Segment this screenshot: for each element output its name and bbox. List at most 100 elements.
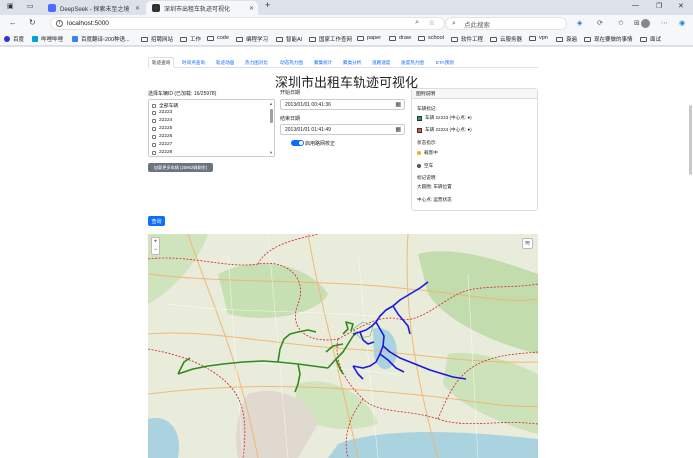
query-button[interactable]: 查询 bbox=[148, 216, 165, 226]
load-more-button[interactable]: 加载更多车辆 (25962辆剩余) bbox=[148, 163, 213, 172]
browser-tab-deepseek[interactable]: DeepSeek - 探索未至之境 ✕ bbox=[44, 1, 144, 15]
workspaces-icon[interactable]: ▣ bbox=[7, 2, 14, 10]
list-item[interactable]: 22225 bbox=[152, 126, 172, 131]
list-item[interactable]: 22224 bbox=[152, 118, 172, 123]
more-menu-icon[interactable]: ⋯ bbox=[661, 19, 668, 27]
checkbox[interactable] bbox=[152, 110, 156, 115]
map-zoom-control: + − bbox=[151, 237, 160, 255]
status-dot bbox=[417, 151, 421, 155]
list-scrollbar-thumb[interactable] bbox=[270, 109, 273, 123]
collections-icon[interactable]: ⊞ bbox=[634, 19, 640, 27]
start-datetime-input[interactable]: 2013/01/01 00:41:36 ▦ bbox=[280, 99, 405, 110]
list-item[interactable]: 22223 bbox=[152, 110, 172, 115]
tv-icon bbox=[32, 36, 38, 42]
bookmark-folder[interactable]: 编程学习 bbox=[236, 35, 268, 43]
vehicle-select-label: 选择车辆ID (已加载: 16/25978) bbox=[148, 91, 217, 97]
bookmark-baidu[interactable]: 百度 bbox=[4, 35, 24, 43]
close-tab-icon[interactable]: ✕ bbox=[135, 5, 140, 12]
site-info-icon[interactable]: i bbox=[56, 20, 63, 27]
tab-eta-prediction[interactable]: ETA预测 bbox=[433, 57, 457, 68]
bookmark-folder[interactable]: 国家工作查网 bbox=[309, 35, 352, 43]
map-canvas[interactable] bbox=[148, 234, 538, 458]
tab-road-speed[interactable]: 道路速度 bbox=[369, 57, 393, 68]
copilot-icon[interactable]: ◉ bbox=[679, 19, 685, 27]
browser-essentials-icon[interactable]: ⟳ bbox=[597, 19, 603, 27]
checkbox[interactable] bbox=[152, 126, 156, 131]
bookmark-bilibili[interactable]: 哔哩哔哩 bbox=[32, 35, 63, 43]
checkbox[interactable] bbox=[152, 134, 156, 139]
tab-trajectory-animation[interactable]: 轨迹动画 bbox=[213, 57, 237, 68]
close-tab-icon[interactable]: ✕ bbox=[249, 5, 254, 12]
checkbox[interactable] bbox=[152, 103, 156, 108]
extension-icon[interactable]: ◈ bbox=[577, 19, 582, 27]
bookmark-folder[interactable]: draw bbox=[389, 35, 411, 41]
layers-icon[interactable]: ≋ bbox=[522, 238, 533, 249]
zoom-out-button[interactable]: − bbox=[152, 246, 159, 254]
bookmark-folder[interactable]: 招聘网站 bbox=[141, 35, 173, 43]
browser-search-field[interactable]: ⌕ 点此搜索 bbox=[445, 17, 567, 30]
scroll-down-icon[interactable]: ▼ bbox=[269, 150, 273, 155]
road-correction-toggle[interactable] bbox=[291, 140, 304, 146]
favorites-icon[interactable]: ✩ bbox=[618, 19, 624, 27]
zoom-in-button[interactable]: + bbox=[152, 238, 159, 246]
bookmark-folder[interactable]: 云服务器 bbox=[490, 35, 522, 43]
checkbox[interactable] bbox=[152, 142, 156, 147]
folder-icon bbox=[180, 36, 187, 42]
browser-tab-active[interactable]: 深圳市出租车轨迹可视化 ✕ bbox=[146, 1, 258, 15]
list-item[interactable]: 全部车辆 bbox=[152, 102, 178, 109]
tab-cluster-analysis[interactable]: 聚类分析 bbox=[340, 57, 364, 68]
checkbox[interactable] bbox=[152, 118, 156, 123]
maximize-icon[interactable]: ❐ bbox=[656, 2, 662, 10]
vehicle-list[interactable]: 全部车辆 22223 22224 22225 22226 22227 22228… bbox=[148, 99, 275, 157]
bookmark-folder[interactable]: 衰遍 bbox=[556, 35, 577, 43]
bookmark-folder[interactable]: 现在要做的事情 bbox=[584, 35, 633, 43]
tab-aggregation-stats[interactable]: 聚集统计 bbox=[311, 57, 335, 68]
list-item[interactable]: 22226 bbox=[152, 134, 172, 139]
end-datetime-input[interactable]: 2013/01/01 01:41:49 ▦ bbox=[280, 124, 405, 135]
tab-trajectory-query[interactable]: 轨迹查询 bbox=[148, 57, 175, 68]
scroll-up-icon[interactable]: ▲ bbox=[269, 101, 273, 106]
refresh-icon[interactable]: ↻ bbox=[29, 18, 36, 27]
page-scrollbar[interactable] bbox=[689, 105, 692, 175]
bookmark-baidu-fanyi[interactable]: 百度翻译-200种语... bbox=[72, 35, 130, 43]
bookmark-folder[interactable]: 智能AI bbox=[276, 35, 302, 43]
map-view[interactable]: + − ≋ bbox=[148, 234, 538, 458]
folder-icon bbox=[556, 36, 563, 42]
tab-actions-icon[interactable]: ▭ bbox=[27, 2, 34, 10]
tab-time-point-query[interactable]: 时间点查询 bbox=[179, 57, 208, 68]
calendar-icon[interactable]: ▦ bbox=[395, 101, 401, 108]
tab-speed-heatmap[interactable]: 速度热力图 bbox=[398, 57, 427, 68]
tab-dynamic-heatmap[interactable]: 动态热力图 bbox=[277, 57, 306, 68]
folder-icon bbox=[640, 36, 647, 42]
browser-tab-strip: ▣ ▭ DeepSeek - 探索未至之境 ✕ 深圳市出租车轨迹可视化 ✕ + … bbox=[0, 0, 693, 15]
vehicle-color-swatch bbox=[417, 115, 422, 121]
end-date-label: 结束日期 bbox=[280, 116, 301, 122]
bookmark-folder[interactable]: 软件工程 bbox=[451, 35, 483, 43]
bookmark-folder[interactable]: 面试 bbox=[640, 35, 661, 43]
close-window-icon[interactable]: ✕ bbox=[678, 2, 684, 10]
legend-vehicle-item: 车辆 22224 (中心点: ●) bbox=[417, 127, 472, 133]
bookmark-folder[interactable]: 工作 bbox=[180, 35, 201, 43]
bookmark-folder[interactable]: school bbox=[418, 35, 444, 41]
url-field[interactable]: i localhost:5000 ⌕ ☆ bbox=[50, 17, 445, 30]
bookmark-folder[interactable]: vpn bbox=[529, 35, 548, 41]
calendar-icon[interactable]: ▦ bbox=[395, 126, 401, 133]
list-item[interactable]: 22228 bbox=[152, 150, 172, 155]
minimize-icon[interactable]: — bbox=[632, 2, 639, 9]
bookmark-folder[interactable]: code bbox=[207, 35, 229, 41]
checkbox[interactable] bbox=[152, 150, 156, 155]
back-icon[interactable]: ← bbox=[9, 18, 17, 27]
legend-status-title: 状态指示: bbox=[417, 140, 437, 145]
new-tab-button[interactable]: + bbox=[265, 0, 270, 10]
favorite-star-icon[interactable]: ☆ bbox=[429, 19, 435, 27]
folder-icon bbox=[451, 36, 458, 42]
profile-avatar[interactable] bbox=[641, 19, 650, 28]
tab-heatmap-compare[interactable]: 热力图对比 bbox=[242, 57, 271, 68]
paw-icon bbox=[4, 36, 10, 42]
bookmark-folder[interactable]: paper bbox=[357, 35, 381, 41]
list-item[interactable]: 22227 bbox=[152, 142, 172, 147]
status-dot bbox=[417, 164, 421, 168]
folder-icon bbox=[276, 36, 283, 42]
folder-icon bbox=[529, 35, 536, 41]
zoom-search-icon[interactable]: ⌕ bbox=[415, 19, 419, 27]
